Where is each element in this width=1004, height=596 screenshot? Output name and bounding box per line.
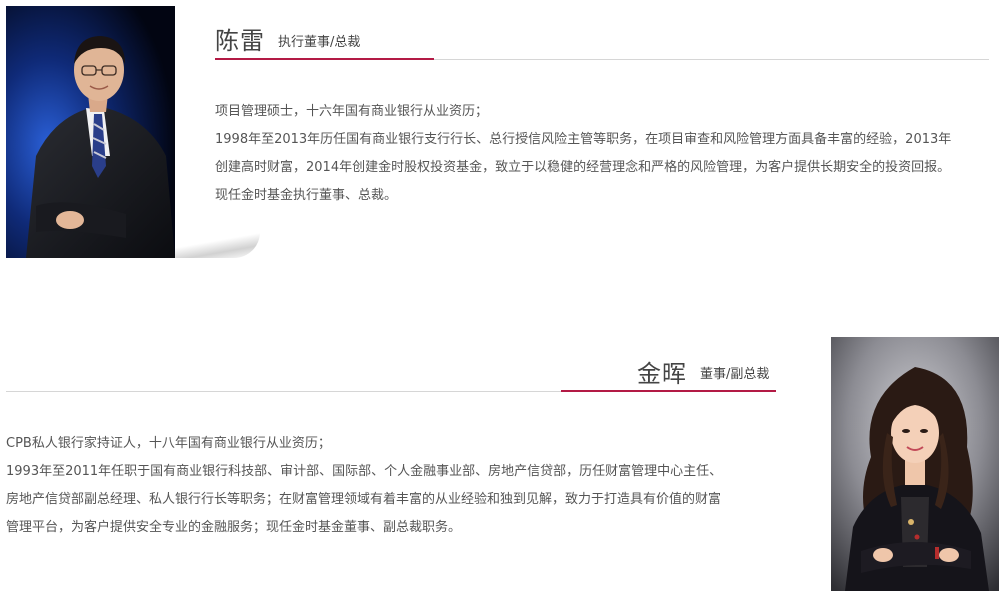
bio-line: 1993年至2011年任职于国有商业银行科技部、审计部、国际部、个人金融事业部、… [6, 464, 723, 479]
person-name: 金晖 [637, 360, 687, 388]
person-name: 陈雷 [215, 27, 265, 55]
bio-line: 项目管理硕士，十六年国有商业银行从业资历； [215, 104, 489, 119]
header-accent-line [215, 58, 434, 60]
bio-line: 1998年至2013年历任国有商业银行支行行长、总行授信风险主管等职务，在项目审… [215, 132, 952, 147]
bio-line: 房地产信贷部副总经理、私人银行行长等职务；在财富管理领域有着丰富的从业经验和独到… [6, 492, 722, 507]
bio-line: 创建高时财富，2014年创建金时股权投资基金，致立于以稳健的经营理念和严格的风险… [215, 160, 951, 175]
bio-line: 现任金时基金执行董事、总裁。 [215, 188, 398, 203]
person-role: 董事/副总裁 [700, 367, 770, 382]
bio-line: CPB私人银行家持证人，十八年国有商业银行从业资历； [6, 436, 331, 451]
executive-team-page: 陈雷 执行董事/总裁 项目管理硕士，十六年国有商业银行从业资历； 1998年至2… [0, 0, 1004, 596]
header-accent-line [561, 390, 776, 392]
photo-shadow [170, 232, 260, 258]
person-role: 执行董事/总裁 [278, 35, 361, 50]
portrait-photo-jin-hui [831, 337, 999, 591]
portrait-woman-image [831, 337, 999, 591]
person-bio: CPB私人银行家持证人，十八年国有商业银行从业资历； 1993年至2011年任职… [6, 430, 796, 542]
portrait-photo-chen-lei [6, 6, 175, 258]
bio-line: 管理平台，为客户提供安全专业的金融服务；现任金时基金董事、副总裁职务。 [6, 520, 462, 535]
person-bio: 项目管理硕士，十六年国有商业银行从业资历； 1998年至2013年历任国有商业银… [215, 98, 1004, 210]
portrait-man-image [6, 6, 175, 258]
